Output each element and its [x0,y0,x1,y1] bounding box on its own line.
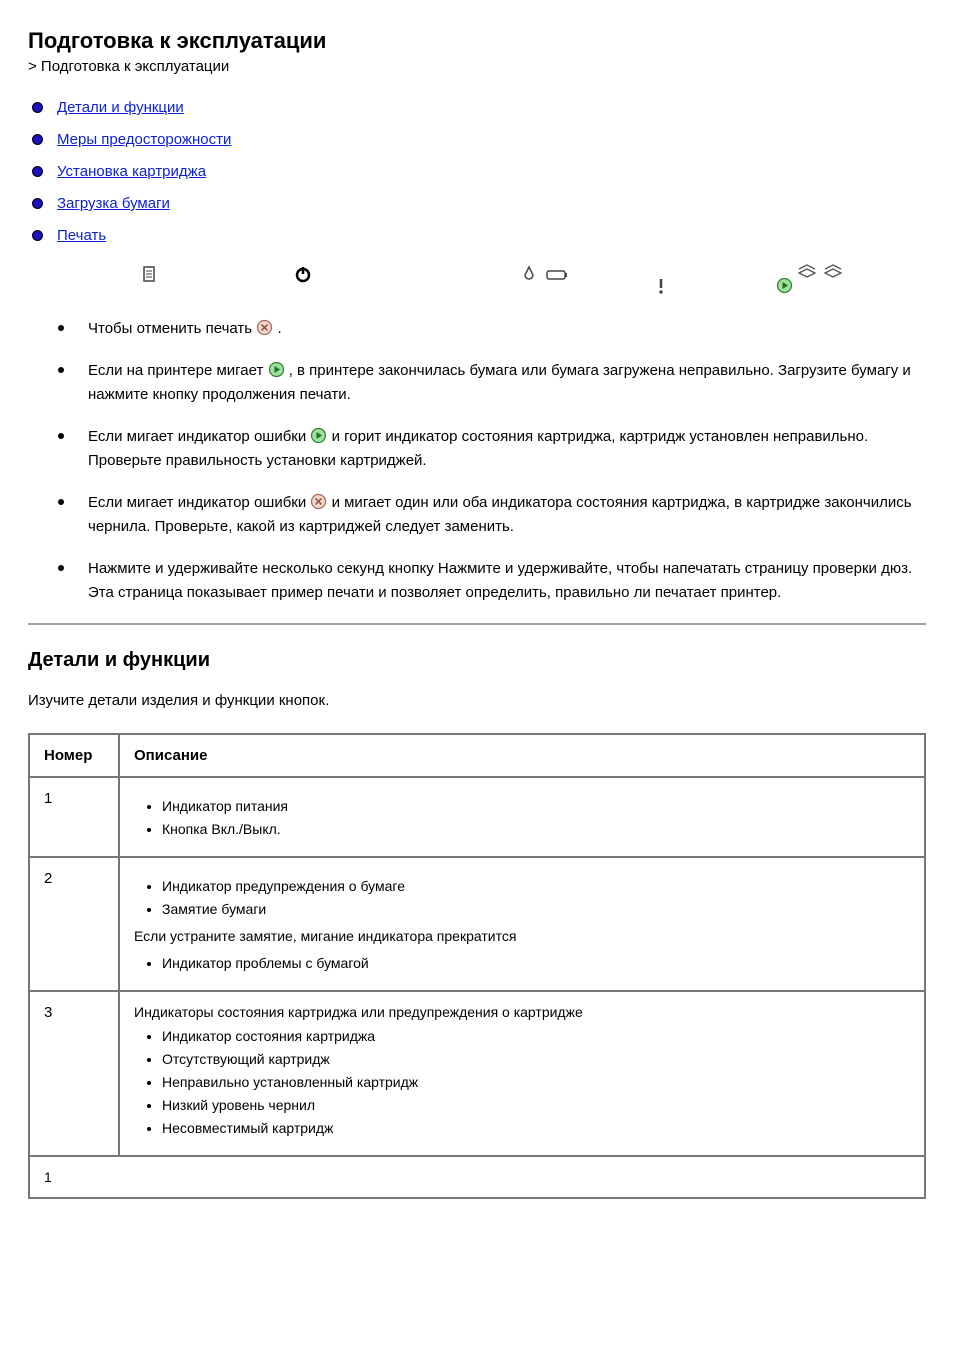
table-header-num: Номер [29,734,119,777]
manual-text: Если мигает индикатор ошибки [88,428,310,445]
typeb-icon [142,265,156,284]
resume-icon [310,427,327,444]
list-item: Индикатор состояния картриджа [162,1026,910,1047]
bullet-icon [32,230,43,241]
desc-note: Если устраните замятие, мигание индикато… [134,926,910,947]
status-icon-row [28,265,926,305]
resume-small-icon [776,277,793,295]
list-item: Кнопка Вкл./Выкл. [162,819,910,840]
table-cell-desc: Индикатор питания Кнопка Вкл./Выкл. [119,777,925,857]
list-item: Индикатор проблемы с бумагой [162,953,910,974]
nav-link-cartridge[interactable]: Установка картриджа [57,163,206,180]
breadcrumb: > Подготовка к эксплуатации [28,58,926,75]
ink-icon [522,265,536,284]
bullet-icon [32,198,43,209]
list-item: Замятие бумаги [162,899,910,920]
nav-item-parts[interactable]: Детали и функции [32,99,926,117]
manual-text: Чтобы отменить печать [88,320,256,337]
table-footer-row: 1 [29,1156,925,1198]
manual-item-cartridge-error: Если мигает индикатор ошибки и горит инд… [58,425,926,473]
list-item: Неправильно установленный картридж [162,1072,910,1093]
list-item: Индикатор предупреждения о бумаге [162,876,910,897]
desc-list: Индикатор предупреждения о бумаге Замяти… [134,876,910,920]
table-header-row: Номер Описание [29,734,925,777]
nav-item-print[interactable]: Печать [32,227,926,245]
manual-item-hold: Нажмите и удерживайте несколько секунд к… [58,557,926,605]
bullet-icon [32,102,43,113]
section-intro: Изучите детали изделия и функции кнопок. [28,690,926,713]
nav-link-parts[interactable]: Детали и функции [57,99,184,116]
list-item: Отсутствующий картридж [162,1049,910,1070]
desc-list: Индикатор питания Кнопка Вкл./Выкл. [134,796,910,840]
table-header-desc: Описание [119,734,925,777]
divider [28,623,926,625]
manual-text: . [277,320,281,337]
table-cell-desc: Индикаторы состояния картриджа или преду… [119,991,925,1156]
table-cell-desc: Индикатор предупреждения о бумаге Замяти… [119,857,925,991]
cancel-icon [256,319,273,336]
desc-list: Индикатор состояния картриджа Отсутствую… [134,1026,910,1139]
manual-list: Чтобы отменить печать . Если на принтере… [28,317,926,605]
resume-icon [268,361,285,378]
desc-intro: Индикаторы состояния картриджа или преду… [134,1004,910,1020]
table-footer-cell: 1 [29,1156,925,1198]
manual-text: Нажмите и удерживайте несколько секунд к… [88,560,912,601]
table-cell-num: 2 [29,857,119,991]
nav-link-safety[interactable]: Меры предосторожности [57,131,231,148]
manual-text: Если мигает индикатор ошибки [88,494,310,511]
nav-item-safety[interactable]: Меры предосторожности [32,131,926,149]
list-item: Индикатор питания [162,796,910,817]
paper3b-icon [822,261,844,280]
power-icon [294,265,312,284]
page-title: Подготовка к эксплуатации [28,28,926,54]
nav-list: Детали и функции Меры предосторожности У… [28,99,926,245]
parts-table: Номер Описание 1 Индикатор питания Кнопк… [28,733,926,1199]
manual-text: Если на принтере мигает [88,362,268,379]
desc-list: Индикатор проблемы с бумагой [134,953,910,974]
bullet-icon [32,134,43,145]
section-heading-parts: Детали и функции [28,649,926,672]
table-row: 1 Индикатор питания Кнопка Вкл./Выкл. [29,777,925,857]
nav-item-cartridge[interactable]: Установка картриджа [32,163,926,181]
paper3-icon [796,261,818,280]
bullet-icon [32,166,43,177]
list-item: Низкий уровень чернил [162,1095,910,1116]
table-row: 2 Индикатор предупреждения о бумаге Замя… [29,857,925,991]
nav-link-paper[interactable]: Загрузка бумаги [57,195,170,212]
table-cell-num: 1 [29,777,119,857]
paperjam-icon [656,277,666,296]
cartridge-icon [546,265,568,282]
list-item: Несовместимый картридж [162,1118,910,1139]
table-cell-num: 3 [29,991,119,1156]
manual-item-low-ink: Если мигает индикатор ошибки и мигает од… [58,491,926,539]
manual-item-out-of-paper: Если на принтере мигает , в принтере зак… [58,359,926,407]
nav-item-paper[interactable]: Загрузка бумаги [32,195,926,213]
cancel-icon [310,493,327,510]
nav-link-print[interactable]: Печать [57,227,106,244]
table-row: 3 Индикаторы состояния картриджа или пре… [29,991,925,1156]
manual-item-cancel: Чтобы отменить печать . [58,317,926,341]
